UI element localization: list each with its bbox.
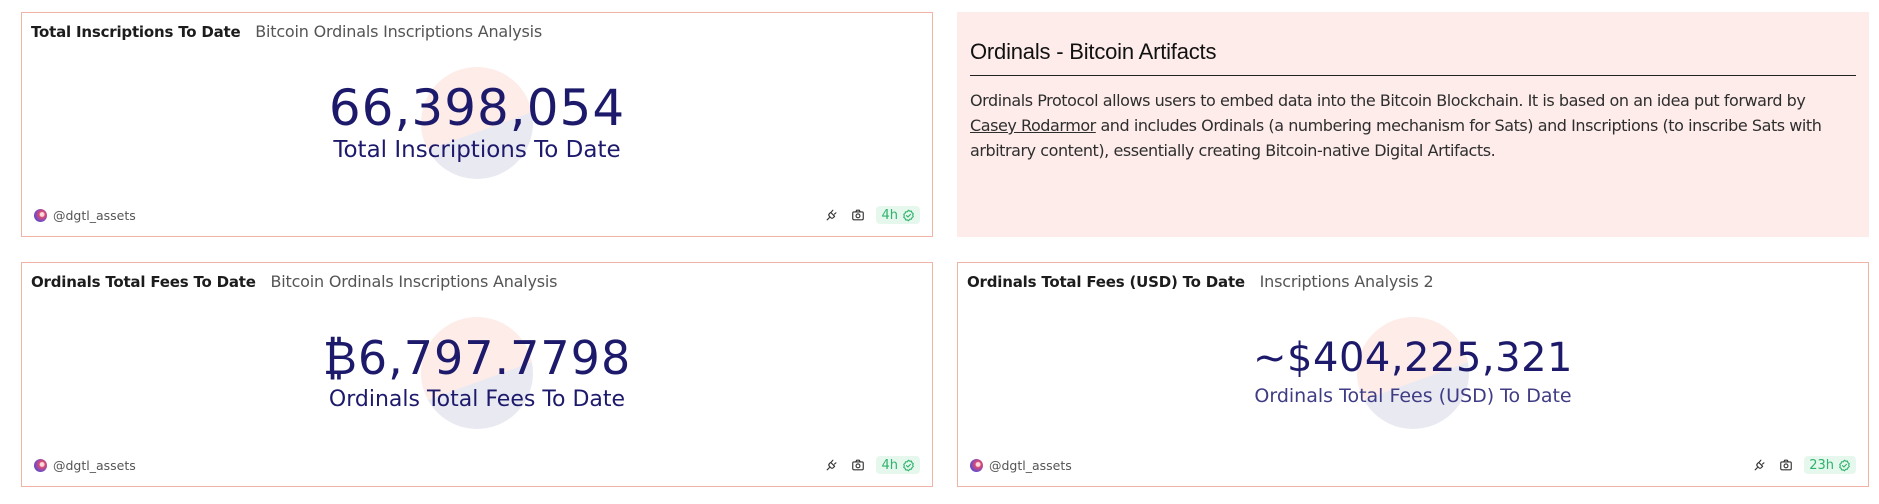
embed-icon[interactable]: [1752, 457, 1768, 473]
counter-label: Ordinals Total Fees (USD) To Date: [1254, 385, 1572, 407]
card-query-name[interactable]: Bitcoin Ordinals Inscriptions Analysis: [255, 22, 542, 41]
check-circle-icon: [1839, 459, 1850, 471]
author-name: @dgtl_assets: [53, 207, 136, 223]
check-circle-icon: [903, 209, 914, 221]
body-text-part: Ordinals Protocol allows users to embed …: [970, 91, 1806, 110]
card-title[interactable]: Ordinals Total Fees To Date: [31, 273, 256, 291]
freshness-age: 4h: [881, 457, 898, 473]
counter-visualization: ₿6,797.7798 Ordinals Total Fees To Date: [22, 303, 932, 443]
counter-label: Ordinals Total Fees To Date: [328, 387, 626, 412]
embed-icon[interactable]: [824, 457, 840, 473]
counter-visualization: ~$404,225,321 Ordinals Total Fees (USD) …: [958, 303, 1868, 443]
card-title[interactable]: Ordinals Total Fees (USD) To Date: [967, 273, 1245, 291]
counter-card-total-fees-btc: Ordinals Total Fees To Date Bitcoin Ordi…: [21, 262, 933, 487]
card-header: Total Inscriptions To Date Bitcoin Ordin…: [31, 22, 542, 41]
freshness-badge[interactable]: 4h: [876, 206, 920, 224]
freshness-badge[interactable]: 4h: [876, 456, 920, 474]
camera-icon[interactable]: [1778, 457, 1794, 473]
card-footer: @dgtl_assets 23h: [970, 454, 1856, 476]
counter-value: 66,398,054: [328, 79, 626, 137]
author-name: @dgtl_assets: [53, 457, 136, 473]
card-actions: 4h: [824, 206, 920, 224]
counter-card-total-fees-usd: Ordinals Total Fees (USD) To Date Inscri…: [957, 262, 1869, 487]
text-widget-ordinals-description: Ordinals - Bitcoin Artifacts Ordinals Pr…: [957, 12, 1869, 237]
dashboard-grid: Total Inscriptions To Date Bitcoin Ordin…: [0, 0, 1879, 504]
freshness-age: 23h: [1809, 457, 1834, 473]
avatar: [34, 208, 47, 222]
card-actions: 4h: [824, 456, 920, 474]
camera-icon[interactable]: [850, 457, 866, 473]
card-footer: @dgtl_assets 4h: [34, 454, 920, 476]
card-query-name[interactable]: Bitcoin Ordinals Inscriptions Analysis: [270, 272, 557, 291]
counter-label: Total Inscriptions To Date: [333, 137, 621, 163]
body-text-part: and includes Ordinals (a numbering mecha…: [970, 116, 1822, 160]
card-actions: 23h: [1752, 456, 1856, 474]
freshness-badge[interactable]: 23h: [1804, 456, 1856, 474]
counter-value: ~$404,225,321: [1253, 335, 1573, 381]
camera-icon[interactable]: [850, 207, 866, 223]
embed-icon[interactable]: [824, 207, 840, 223]
counter-visualization: 66,398,054 Total Inscriptions To Date: [22, 53, 932, 193]
text-widget-heading: Ordinals - Bitcoin Artifacts: [970, 26, 1856, 76]
author-link[interactable]: @dgtl_assets: [34, 458, 136, 473]
card-header: Ordinals Total Fees To Date Bitcoin Ordi…: [31, 272, 558, 291]
avatar: [970, 458, 983, 472]
card-footer: @dgtl_assets 4h: [34, 204, 920, 226]
author-link[interactable]: @dgtl_assets: [970, 458, 1072, 473]
card-title[interactable]: Total Inscriptions To Date: [31, 23, 241, 41]
author-name: @dgtl_assets: [989, 457, 1072, 473]
text-widget-body: Ordinals Protocol allows users to embed …: [970, 88, 1856, 163]
counter-value: ₿6,797.7798: [322, 331, 632, 385]
avatar: [34, 458, 47, 472]
card-header: Ordinals Total Fees (USD) To Date Inscri…: [967, 272, 1434, 291]
casey-rodarmor-link[interactable]: Casey Rodarmor: [970, 116, 1096, 135]
freshness-age: 4h: [881, 207, 898, 223]
counter-card-total-inscriptions: Total Inscriptions To Date Bitcoin Ordin…: [21, 12, 933, 237]
check-circle-icon: [903, 459, 914, 471]
card-query-name[interactable]: Inscriptions Analysis 2: [1260, 272, 1434, 291]
author-link[interactable]: @dgtl_assets: [34, 208, 136, 223]
